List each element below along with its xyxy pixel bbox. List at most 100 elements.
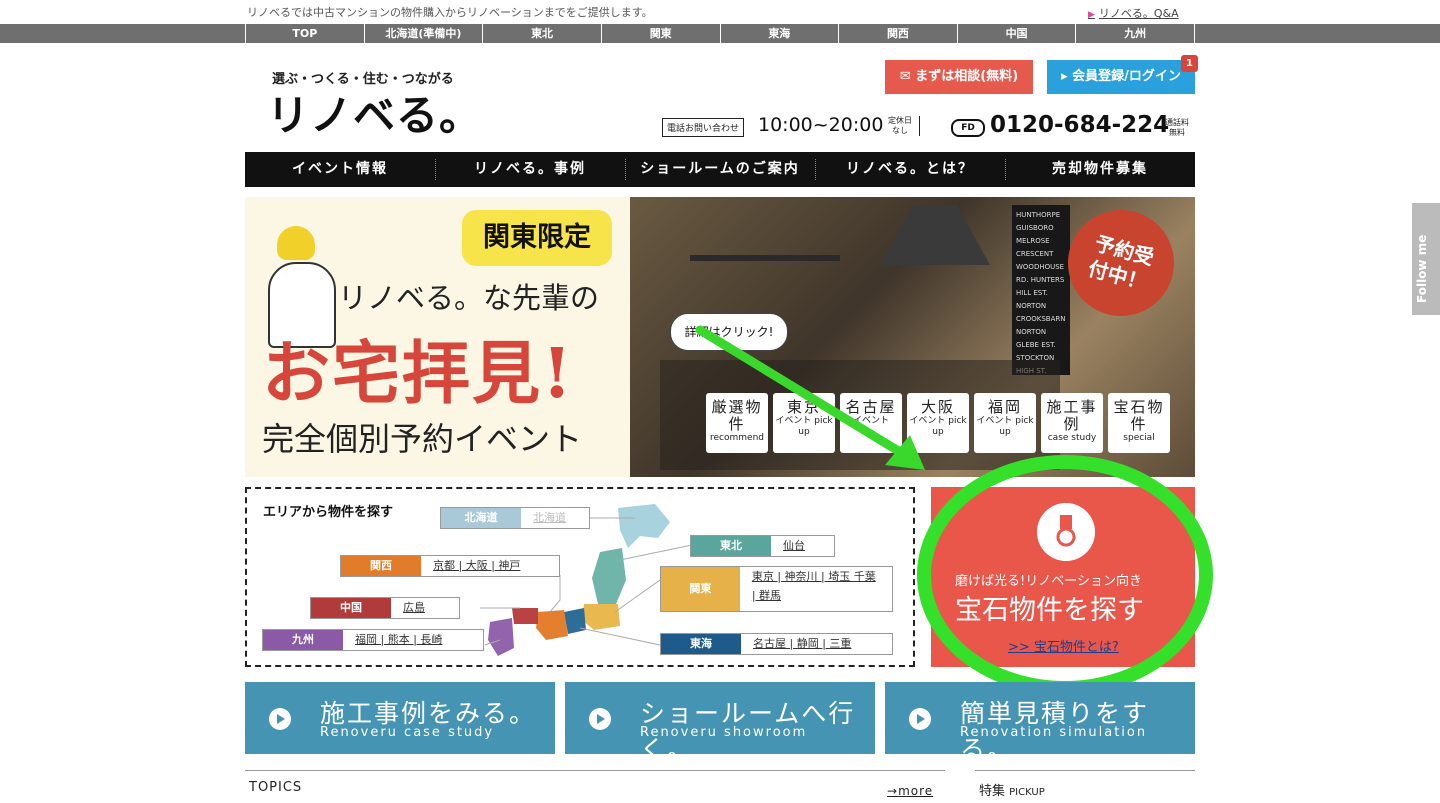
region-label-tohoku[interactable]: 東北 仙台 xyxy=(690,535,835,557)
tile-sub: special xyxy=(1123,433,1155,443)
region-tab-chugoku[interactable]: 中国 xyxy=(956,24,1076,43)
region-cities[interactable]: 北海道 xyxy=(521,508,578,528)
play-icon xyxy=(909,708,931,730)
region-cities[interactable]: 仙台 xyxy=(771,536,817,556)
play-icon xyxy=(269,708,291,730)
tile-special[interactable]: 宝石物件 special xyxy=(1108,393,1170,453)
qa-link[interactable]: ▶ リノベる。Q&A xyxy=(1088,5,1179,21)
region-tab-kanto[interactable]: 関東 xyxy=(600,24,720,43)
play-icon xyxy=(589,708,611,730)
arrow-right-icon: ▸ xyxy=(1061,69,1073,84)
map-chugoku[interactable] xyxy=(512,608,538,624)
arrow-icon: → xyxy=(887,784,899,798)
banner-line3: 完全個別予約イベント xyxy=(262,420,583,458)
nav-showroom[interactable]: ショールームのご案内 xyxy=(625,152,815,187)
cta-subtitle: Renoveru showroom xyxy=(640,725,808,740)
region-label-kanto[interactable]: 関東 東京 | 神奈川 | 埼玉 千葉 | 群馬 xyxy=(660,566,893,612)
region-label-chugoku[interactable]: 中国 広島 xyxy=(310,597,460,619)
region-tab-bar: TOP 北海道(準備中) 東北 関東 東海 関西 中国 九州 xyxy=(0,24,1440,43)
banner-headline: お宅拝見! xyxy=(262,334,574,414)
region-name: 東北 xyxy=(691,536,771,556)
nav-events[interactable]: イベント情報 xyxy=(245,152,435,187)
divider xyxy=(975,770,1195,771)
area-search-title: エリアから物件を探す xyxy=(263,505,394,520)
region-cities[interactable]: 京都 | 大阪 | 神戸 xyxy=(421,556,532,576)
topics-heading: TOPICS xyxy=(249,780,303,795)
tile-sub: イベント pick up xyxy=(976,416,1034,437)
kitchen-shelf xyxy=(690,255,840,261)
tile-label: 福岡 xyxy=(987,398,1022,416)
login-button-label: 会員登録/ログイン xyxy=(1072,69,1181,84)
cta-subtitle: Renovation simulation xyxy=(960,725,1148,740)
topics-more-link[interactable]: →more xyxy=(887,784,933,798)
tel-free-note: 通話料無料 xyxy=(1165,118,1189,137)
region-label-kyushu[interactable]: 九州 福岡 | 熊本 | 長崎 xyxy=(262,629,484,651)
region-name: 東海 xyxy=(661,634,741,654)
cta-case-study[interactable]: 施工事例をみる。 Renoveru case study xyxy=(245,682,555,754)
region-tab-top[interactable]: TOP xyxy=(245,24,364,43)
region-tab-kansai[interactable]: 関西 xyxy=(838,24,957,43)
annotation-arrow xyxy=(695,325,925,470)
nav-sell[interactable]: 売却物件募集 xyxy=(1005,152,1195,187)
character-head xyxy=(277,226,315,260)
region-tab-hokkaido[interactable]: 北海道(準備中) xyxy=(363,24,483,43)
main-nav: イベント情報 リノベる。事例 ショールームのご案内 リノベる。とは？ 売却物件募… xyxy=(245,152,1195,187)
tile-sub: case study xyxy=(1047,433,1097,443)
region-name: 関西 xyxy=(341,556,421,576)
highlight-ring xyxy=(917,455,1213,695)
pickup-title: 特集 xyxy=(979,784,1006,799)
pickup-sub: PICKUP xyxy=(1009,787,1045,798)
map-kanto[interactable] xyxy=(582,604,620,630)
site-logo[interactable]: リノベる。 xyxy=(267,82,482,143)
login-button[interactable]: ▸ 会員登録/ログイン xyxy=(1047,60,1195,94)
map-hokkaido[interactable] xyxy=(618,504,670,548)
tel-number[interactable]: 0120-684-224 xyxy=(990,112,1169,138)
region-name: 関東 xyxy=(661,567,740,611)
site-tagline: リノベるでは中古マンションの物件購入からリノベーションまでをご提供します。 xyxy=(247,6,653,19)
consult-button[interactable]: ✉ まずは相談(無料) xyxy=(885,60,1033,94)
qa-link-label: リノベる。Q&A xyxy=(1098,7,1179,20)
freedial-icon: FD xyxy=(951,119,985,137)
consult-button-label: まずは相談(無料) xyxy=(915,69,1019,84)
cta-simulation[interactable]: 簡単見積りをする。 Renovation simulation xyxy=(885,682,1195,764)
map-tokai[interactable] xyxy=(564,608,586,634)
tel-label: 電話お問い合わせ xyxy=(662,118,745,137)
follow-me-label: Follow me xyxy=(1415,234,1429,303)
region-label-tokai[interactable]: 東海 名古屋 | 静岡 | 三重 xyxy=(660,633,893,655)
tel-hours: 10:00~20:00 xyxy=(758,114,884,136)
follow-me-tab[interactable]: Follow me xyxy=(1412,203,1440,315)
tile-fukuoka[interactable]: 福岡 イベント pick up xyxy=(974,393,1036,453)
region-label-hokkaido[interactable]: 北海道 北海道 xyxy=(440,507,590,529)
tile-label: 施工事例 xyxy=(1046,398,1098,433)
reserve-badge-label: 予約受付中！ xyxy=(1085,231,1157,295)
tel-holiday: 定休日なし xyxy=(885,116,920,136)
map-kansai[interactable] xyxy=(536,610,568,640)
region-name: 中国 xyxy=(311,598,391,618)
region-tab-tokai[interactable]: 東海 xyxy=(719,24,839,43)
cta-showroom[interactable]: ショールームへ行く。 Renoveru showroom xyxy=(565,682,875,764)
region-tab-tohoku[interactable]: 東北 xyxy=(482,24,601,43)
region-cities[interactable]: 名古屋 | 静岡 | 三重 xyxy=(741,634,863,654)
tile-label: 宝石物件 xyxy=(1113,398,1165,433)
more-label: more xyxy=(898,784,934,798)
pickup-heading: 特集 PICKUP xyxy=(979,780,1045,799)
map-kyushu[interactable] xyxy=(488,618,514,656)
divider xyxy=(245,770,945,771)
region-name: 北海道 xyxy=(441,508,521,528)
region-cities[interactable]: 東京 | 神奈川 | 埼玉 千葉 | 群馬 xyxy=(740,567,892,611)
nav-cases[interactable]: リノベる。事例 xyxy=(435,152,625,187)
mail-icon: ✉ xyxy=(899,69,916,84)
map-tohoku[interactable] xyxy=(592,548,626,604)
region-tab-kyushu[interactable]: 九州 xyxy=(1075,24,1195,43)
region-cities[interactable]: 福岡 | 熊本 | 長崎 xyxy=(343,630,454,650)
wall-lettering: HUNTHORPE GUISBORO MELROSE CRESCENT WOOD… xyxy=(1012,205,1070,375)
region-cities[interactable]: 広島 xyxy=(391,598,437,618)
tile-case-study[interactable]: 施工事例 case study xyxy=(1041,393,1103,453)
notification-badge: 1 xyxy=(1181,55,1198,72)
kanto-only-badge: 関東限定 xyxy=(462,210,612,266)
cta-subtitle: Renoveru case study xyxy=(320,725,495,740)
banner-line1: リノベる。な先輩の xyxy=(338,281,600,315)
triangle-icon: ▶ xyxy=(1088,10,1095,20)
nav-about[interactable]: リノベる。とは？ xyxy=(815,152,1005,187)
region-label-kansai[interactable]: 関西 京都 | 大阪 | 神戸 xyxy=(340,555,560,577)
